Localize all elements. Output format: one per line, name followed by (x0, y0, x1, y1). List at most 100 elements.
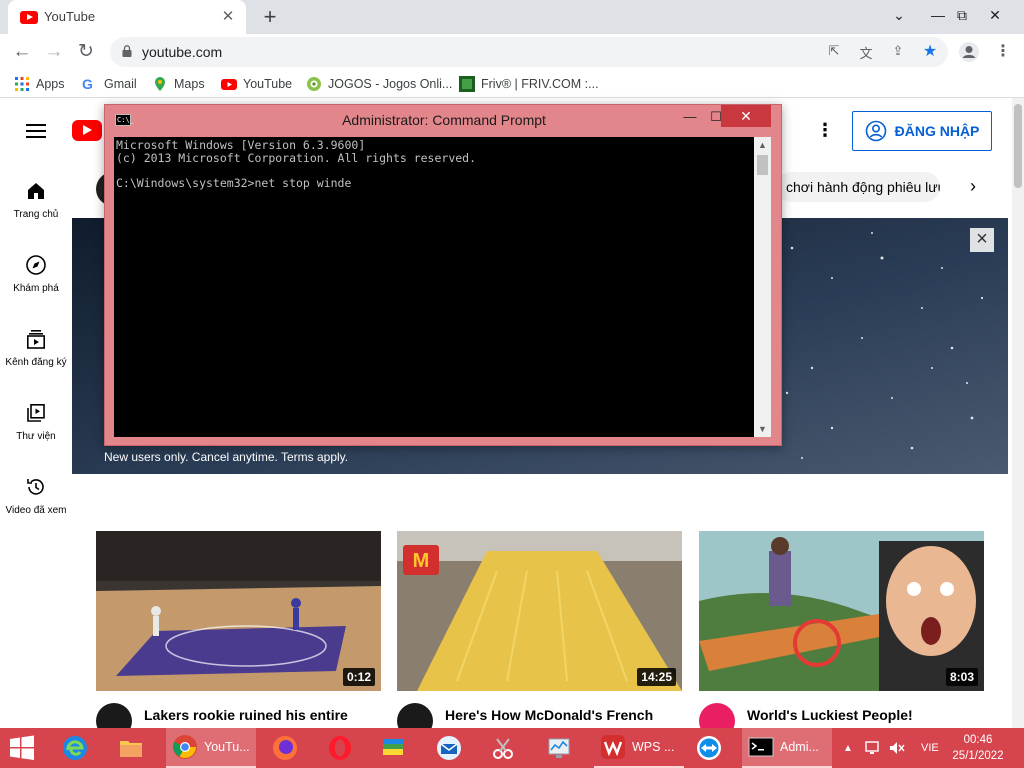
bookmarks-bar: Apps G Gmail Maps YouTube JOGOS - Jogos … (0, 70, 1024, 98)
profile-avatar-icon[interactable] (958, 41, 980, 63)
page-scrollbar[interactable] (1012, 98, 1024, 728)
sidebar-label: Kênh đăng ký (5, 357, 67, 368)
youtube-logo-icon[interactable] (72, 120, 102, 141)
taskbar-teamviewer[interactable] (696, 728, 722, 768)
bookmark-label: JOGOS - Jogos Onli... (328, 77, 453, 91)
share-icon[interactable]: ⇪ (888, 43, 908, 61)
bookmark-youtube[interactable]: YouTube (221, 75, 292, 93)
taskbar-firefox[interactable] (272, 728, 298, 768)
taskbar-clock[interactable]: 00:46 25/1/2022 (950, 732, 1006, 764)
volume-muted-icon[interactable] (888, 739, 906, 757)
sidebar-item-explore[interactable]: Khám phá (0, 254, 72, 294)
sidebar-item-home[interactable]: Trang chủ (0, 180, 72, 220)
taskbar-opera[interactable] (327, 728, 353, 768)
tab-title: YouTube (44, 9, 96, 24)
command-prompt-window[interactable]: C:\_ Administrator: Command Prompt — ☐ ✕… (104, 104, 782, 446)
explore-compass-icon (26, 255, 46, 275)
scroll-up-arrow-icon[interactable]: ▲ (754, 137, 771, 153)
basketball-thumbnail-image (96, 531, 381, 691)
window-close-button[interactable]: ✕ (972, 0, 1018, 34)
bookmark-label: Friv® | FRIV.COM :... (481, 77, 599, 91)
cmd-close-button[interactable]: ✕ (721, 105, 771, 127)
cmd-minimize-button[interactable]: — (677, 107, 703, 127)
channel-avatar[interactable] (96, 703, 132, 728)
windows-logo-icon (10, 735, 34, 760)
windows-taskbar: YouTu... WPS ... Admi... ▲ VIE 00:46 25/… (0, 728, 1024, 768)
bookmark-star-icon[interactable]: ★ (920, 41, 940, 60)
translate-icon[interactable]: 文 (856, 43, 876, 61)
chrome-icon (173, 735, 197, 759)
sidebar-label: Thư viện (16, 431, 56, 442)
network-icon[interactable] (864, 739, 882, 757)
bookmark-friv[interactable]: Friv® | FRIV.COM :... (459, 75, 599, 93)
page-scrollbar-thumb[interactable] (1014, 104, 1022, 188)
console-scrollbar[interactable]: ▲ ▼ (754, 137, 771, 437)
taskbar-wps[interactable]: WPS ... (594, 728, 684, 768)
sidebar-item-subscriptions[interactable]: Kênh đăng ký (0, 328, 72, 368)
open-in-app-icon[interactable]: ⇱ (824, 43, 844, 61)
tab-close-button[interactable]: ✕ (218, 7, 238, 25)
cmd-icon (748, 737, 774, 757)
video-title[interactable]: World's Luckiest People! (747, 705, 982, 725)
bookmark-label: Gmail (104, 77, 137, 91)
wps-office-icon (601, 735, 625, 759)
browser-tab-strip: YouTube ✕ + ⌄ — ⧉ ✕ (0, 0, 1024, 34)
video-card[interactable]: 8:03 World's Luckiest People! (699, 531, 984, 728)
start-button[interactable] (8, 728, 36, 768)
lock-icon (122, 45, 132, 57)
bluestacks-icon (383, 739, 403, 755)
input-language[interactable]: VIE (921, 728, 939, 768)
video-duration: 8:03 (945, 668, 978, 686)
video-thumbnail[interactable]: M 14:25 (397, 531, 682, 691)
bookmark-label: YouTube (243, 77, 293, 91)
menu-hamburger-icon[interactable] (26, 124, 46, 138)
chevron-right-icon[interactable]: › (970, 176, 976, 197)
taskbar-bluestacks[interactable] (380, 728, 406, 768)
bookmark-label: Apps (36, 77, 65, 91)
reload-icon[interactable]: ↻ (73, 39, 99, 65)
video-title[interactable]: Here's How McDonald's French (445, 705, 680, 725)
sign-in-label: ĐĂNG NHẬP (894, 123, 980, 139)
forward-arrow-icon[interactable]: → (41, 39, 67, 65)
youtube-favicon-icon (20, 11, 38, 24)
sidebar-item-history[interactable]: Video đã xem (0, 476, 72, 516)
video-thumbnail[interactable]: 0:12 (96, 531, 381, 691)
console-output[interactable]: Microsoft Windows [Version 6.3.9600] (c)… (114, 137, 754, 437)
video-card[interactable]: 0:12 Lakers rookie ruined his entire (96, 531, 381, 728)
taskbar-file-explorer[interactable] (118, 728, 144, 768)
bookmark-jogos[interactable]: JOGOS - Jogos Onli... (306, 75, 452, 93)
taskbar-label: Admi... (780, 740, 819, 754)
taskbar-chrome[interactable]: YouTu... (166, 728, 256, 768)
clock-date: 25/1/2022 (952, 750, 1004, 762)
bookmark-gmail[interactable]: G Gmail (82, 75, 137, 93)
banner-close-icon[interactable]: × (970, 228, 994, 252)
tray-show-hidden-icon[interactable]: ▲ (843, 728, 853, 768)
settings-kebab-icon[interactable]: ⋮ (816, 120, 834, 141)
video-card[interactable]: M 14:25 Here's How McDonald's French (397, 531, 682, 728)
sign-in-button[interactable]: ĐĂNG NHẬP (852, 111, 992, 151)
taskbar-cmd[interactable]: Admi... (742, 728, 832, 768)
browser-tab-youtube[interactable]: YouTube ✕ (8, 0, 246, 34)
sidebar-item-library[interactable]: Thư viện (0, 402, 72, 442)
video-thumbnail[interactable]: 8:03 (699, 531, 984, 691)
new-tab-button[interactable]: + (258, 4, 282, 30)
teamviewer-icon (697, 736, 721, 760)
scroll-down-arrow-icon[interactable]: ▼ (754, 421, 771, 437)
taskbar-edge[interactable] (62, 728, 88, 768)
youtube-icon (221, 79, 237, 90)
address-bar[interactable]: youtube.com ⇱ 文 ⇪ ★ (110, 37, 948, 67)
taskbar-resource-monitor[interactable] (546, 728, 572, 768)
channel-avatar[interactable] (699, 703, 735, 728)
console-scrollbar-thumb[interactable] (757, 155, 768, 175)
taskbar-snipping-tool[interactable] (490, 728, 516, 768)
video-title[interactable]: Lakers rookie ruined his entire (144, 705, 379, 725)
channel-avatar[interactable] (397, 703, 433, 728)
topic-chip[interactable]: chơi hành động phiêu lưu (776, 172, 940, 202)
bookmark-maps[interactable]: Maps (152, 75, 205, 93)
clock-time: 00:46 (963, 734, 993, 746)
apps-grid-icon (15, 77, 29, 91)
taskbar-app-blue[interactable] (436, 728, 462, 768)
back-arrow-icon[interactable]: ← (9, 39, 35, 65)
bookmark-apps[interactable]: Apps (14, 75, 65, 93)
browser-menu-icon[interactable]: ⋮ (990, 39, 1016, 65)
